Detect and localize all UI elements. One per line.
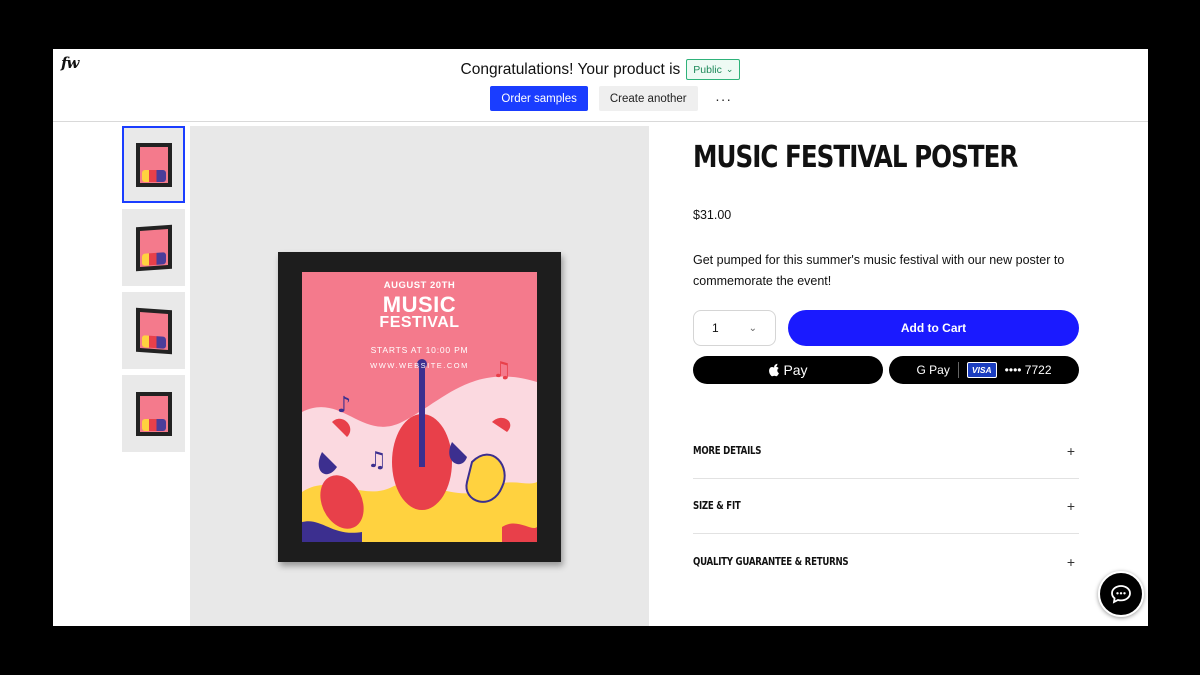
accordion-label: SIZE & FIT	[693, 500, 741, 512]
poster-title-line2: FESTIVAL	[379, 314, 460, 331]
google-pay-button[interactable]: G Pay VISA •••• 7722	[889, 356, 1079, 384]
apple-pay-label: Pay	[783, 362, 808, 378]
thumbnail-list	[122, 126, 185, 458]
accordion-label: MORE DETAILS	[693, 445, 762, 457]
poster-date: AUGUST 20TH	[383, 280, 456, 291]
chat-bubble-icon	[1111, 585, 1131, 604]
poster-frame: ♪ ♫ ♫ AUGUST 20TH MUSIC FESTIVAL STARTS …	[278, 252, 561, 562]
top-bar: fw Congratulations! Your product is Publ…	[53, 49, 1148, 122]
thumbnail-image	[135, 391, 172, 436]
divider	[957, 362, 959, 378]
visibility-label: Public	[693, 63, 722, 76]
app-frame: fw Congratulations! Your product is Publ…	[53, 49, 1148, 626]
poster-time: STARTS AT 10:00 PM	[370, 345, 469, 355]
product-info: MUSIC FESTIVAL POSTER $31.00 Get pumped …	[693, 126, 1079, 589]
product-main-image[interactable]: ♪ ♫ ♫ AUGUST 20TH MUSIC FESTIVAL STARTS …	[190, 126, 649, 626]
create-another-button[interactable]: Create another	[598, 86, 698, 111]
order-samples-button[interactable]: Order samples	[490, 86, 588, 111]
thumbnail-2[interactable]	[122, 209, 185, 286]
thumbnail-1[interactable]	[122, 126, 185, 203]
visibility-dropdown[interactable]: Public ⌄	[686, 59, 741, 80]
product-title: MUSIC FESTIVAL POSTER	[693, 140, 1018, 175]
plus-icon: +	[1066, 443, 1075, 459]
thumbnail-image	[135, 142, 172, 187]
express-pay-row: Pay G Pay VISA •••• 7722	[693, 356, 1079, 384]
poster-website: WWW.WEBSITE.COM	[370, 361, 469, 370]
congrats-row: Congratulations! Your product is Public …	[53, 59, 1148, 80]
buy-row: 1 ⌄ Add to Cart	[693, 310, 1079, 346]
svg-text:♫: ♫	[367, 448, 387, 473]
chevron-down-icon: ⌄	[725, 64, 734, 74]
google-pay-label: G Pay	[916, 363, 950, 377]
poster-artwork: ♪ ♫ ♫ AUGUST 20TH MUSIC FESTIVAL STARTS …	[302, 272, 537, 542]
accordion-size-fit[interactable]: SIZE & FIT +	[693, 479, 1079, 534]
svg-text:♪: ♪	[337, 393, 351, 418]
apple-icon	[769, 363, 780, 377]
visa-card-icon: VISA	[966, 362, 997, 378]
product-description: Get pumped for this summer's music festi…	[693, 253, 1065, 288]
congrats-message: Congratulations! Your product is	[460, 60, 681, 78]
quantity-value: 1	[712, 321, 719, 335]
accordion-label: QUALITY GUARANTEE & RETURNS	[693, 555, 849, 568]
accordion-more-details[interactable]: MORE DETAILS +	[693, 424, 1079, 479]
plus-icon: +	[1066, 498, 1075, 514]
thumbnail-4[interactable]	[122, 375, 185, 452]
add-to-cart-button[interactable]: Add to Cart	[788, 310, 1079, 346]
thumbnail-3[interactable]	[122, 292, 185, 369]
chat-button[interactable]	[1098, 571, 1144, 617]
top-actions: Order samples Create another ···	[53, 86, 1148, 111]
thumbnail-image	[135, 224, 172, 271]
accordion-quality-returns[interactable]: QUALITY GUARANTEE & RETURNS +	[693, 534, 1079, 589]
thumbnail-image	[135, 307, 172, 354]
card-last4: •••• 7722	[1004, 363, 1052, 377]
product-price: $31.00	[693, 208, 732, 222]
plus-icon: +	[1066, 553, 1075, 570]
apple-pay-button[interactable]: Pay	[693, 356, 883, 384]
more-options-button[interactable]: ···	[709, 86, 739, 111]
quantity-select[interactable]: 1 ⌄	[693, 310, 776, 346]
product-accordion: MORE DETAILS + SIZE & FIT + QUALITY GUAR…	[693, 424, 1079, 589]
chevron-down-icon: ⌄	[748, 322, 757, 334]
